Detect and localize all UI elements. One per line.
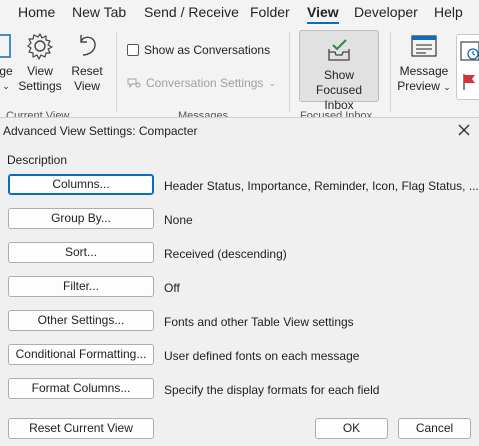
change-view-icon — [0, 34, 11, 58]
tab-view[interactable]: View — [307, 4, 339, 24]
ok-button[interactable]: OK — [315, 418, 388, 439]
sort-description: Received (descending) — [164, 247, 287, 261]
todo-bar-button[interactable] — [456, 34, 479, 100]
filter-description: Off — [164, 281, 180, 295]
conditional-formatting-description: User defined fonts on each message — [164, 349, 360, 363]
view-settings-label-1: View — [27, 64, 53, 78]
message-preview-icon — [411, 35, 437, 57]
advanced-view-settings-dialog: Advanced View Settings: Compacter Descri… — [0, 117, 479, 446]
format-columns-description: Specify the display formats for each fie… — [164, 383, 380, 397]
conversation-settings-button[interactable]: Conversation Settings ⌄ — [127, 76, 276, 90]
tab-folder[interactable]: Folder — [250, 4, 290, 20]
tab-new-tab[interactable]: New Tab — [72, 4, 126, 20]
gear-icon — [27, 33, 53, 60]
reset-view-button[interactable]: Reset View — [66, 31, 108, 94]
format-columns-button[interactable]: Format Columns... — [8, 378, 154, 399]
inbox-check-icon — [328, 39, 350, 61]
reset-icon — [80, 35, 96, 56]
tab-send-receive[interactable]: Send / Receive — [144, 4, 239, 20]
conversation-settings-icon — [127, 78, 141, 89]
group-divider — [289, 32, 290, 112]
message-preview-label-1: Message — [399, 64, 449, 78]
reset-current-view-button[interactable]: Reset Current View — [8, 418, 154, 439]
show-focused-label-2: Focused Inbox — [315, 83, 363, 112]
chevron-down-icon: ⌄ — [443, 82, 451, 92]
tab-developer[interactable]: Developer — [354, 4, 418, 20]
columns-button[interactable]: Columns... — [8, 174, 154, 195]
change-view-button[interactable]: ge ⌄ — [0, 31, 14, 94]
conditional-formatting-button[interactable]: Conditional Formatting... — [8, 344, 154, 365]
calendar-clock-icon — [460, 41, 479, 61]
group-divider — [390, 32, 391, 112]
reset-view-label-1: Reset — [71, 64, 103, 78]
description-group-label: Description — [7, 153, 70, 167]
show-focused-label-1: Show — [323, 68, 355, 82]
filter-button[interactable]: Filter... — [8, 276, 154, 297]
checkbox-box — [127, 44, 139, 56]
chevron-down-icon: ⌄ — [268, 77, 276, 88]
tab-help[interactable]: Help — [434, 4, 463, 20]
view-settings-button[interactable]: View Settings — [16, 31, 64, 94]
cancel-button[interactable]: Cancel — [398, 418, 471, 439]
other-settings-button[interactable]: Other Settings... — [8, 310, 154, 331]
change-view-label: ge — [0, 64, 13, 78]
ribbon-tab-bar: Home New Tab Send / Receive Folder View … — [0, 0, 479, 24]
sort-button[interactable]: Sort... — [8, 242, 154, 263]
group-by-description: None — [164, 213, 193, 227]
dialog-title: Advanced View Settings: Compacter — [3, 124, 198, 138]
show-as-conversations-checkbox[interactable]: Show as Conversations — [127, 43, 270, 57]
chevron-down-icon: ⌄ — [2, 81, 10, 91]
conversation-settings-label: Conversation Settings — [146, 76, 264, 90]
group-by-button[interactable]: Group By... — [8, 208, 154, 229]
ribbon-body: ge ⌄ View Settings Reset View Current Vi… — [0, 26, 479, 118]
ribbon: Home New Tab Send / Receive Folder View … — [0, 0, 479, 118]
reset-view-label-2: View — [74, 79, 100, 93]
show-focused-inbox-content: Show Focused Inbox — [300, 35, 378, 113]
message-preview-label-2: Preview — [397, 79, 440, 93]
group-divider — [116, 32, 117, 112]
flag-icon — [463, 74, 475, 90]
tab-home[interactable]: Home — [18, 4, 55, 20]
columns-description: Header Status, Importance, Reminder, Ico… — [164, 179, 479, 193]
show-focused-inbox-button[interactable]: Show Focused Inbox — [299, 30, 379, 112]
message-preview-button[interactable]: Message Preview ⌄ — [396, 31, 452, 95]
close-icon[interactable] — [456, 122, 472, 138]
view-settings-label-2: Settings — [18, 79, 62, 93]
show-as-conversations-label: Show as Conversations — [144, 43, 271, 57]
other-settings-description: Fonts and other Table View settings — [164, 315, 354, 329]
